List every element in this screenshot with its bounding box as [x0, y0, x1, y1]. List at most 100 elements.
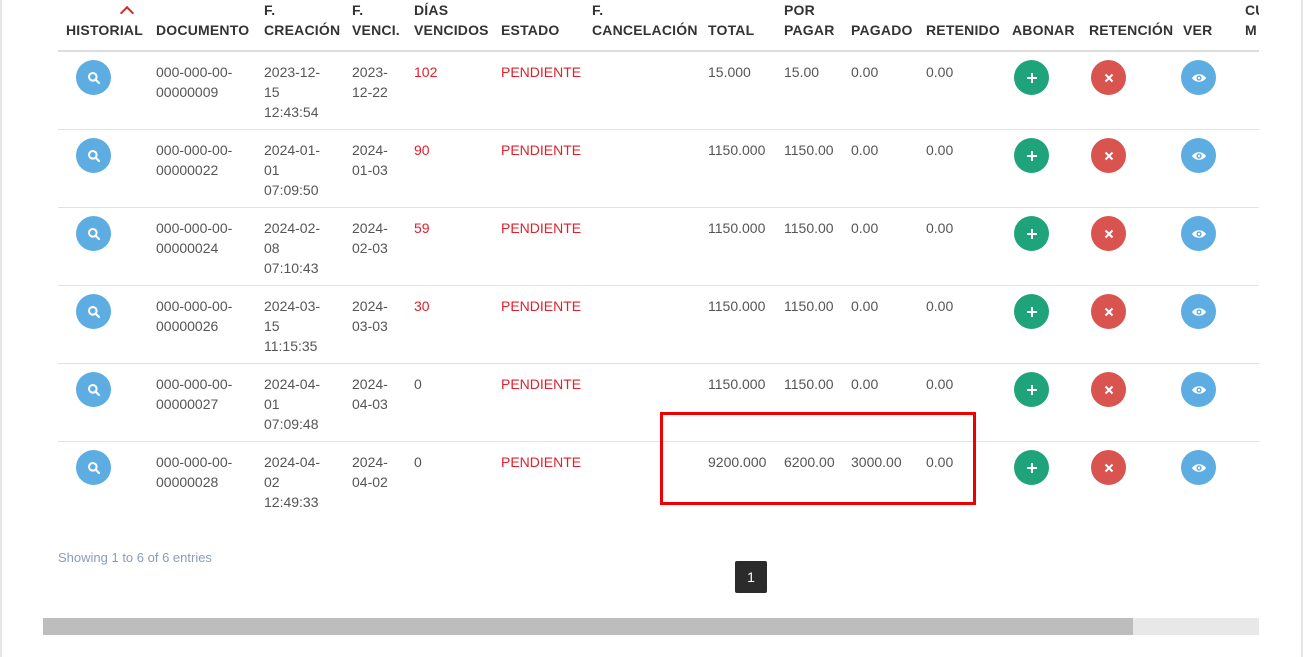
cell-f-cancelacion [584, 363, 700, 442]
cell-historial [58, 285, 148, 364]
retencion-button[interactable] [1091, 60, 1126, 95]
doc-part-2: 00000026 [156, 318, 219, 334]
creation-date-2: 08 [264, 240, 280, 256]
abonar-button[interactable] [1014, 216, 1049, 251]
due-date-2: 12-22 [352, 84, 388, 100]
creation-time: 07:09:50 [264, 182, 319, 198]
abonar-button[interactable] [1014, 372, 1049, 407]
historial-button[interactable] [76, 294, 111, 329]
table-header-row: HISTORIAL DOCUMENTO F. CREACIÓN F. VENCI. DÍA… [58, 0, 1259, 52]
header-line-1 [708, 0, 776, 20]
abonar-button[interactable] [1014, 60, 1049, 95]
ver-button[interactable] [1181, 138, 1216, 173]
close-icon [1104, 385, 1114, 395]
header-line-2: PAGADO [851, 22, 913, 38]
abonar-button[interactable] [1014, 450, 1049, 485]
column-header-f-creacion[interactable]: F. CREACIÓN [256, 0, 344, 52]
header-line-1 [66, 0, 148, 20]
ver-button[interactable] [1181, 294, 1216, 329]
cell-f-creacion: 2024-04- 02 12:49:33 [256, 441, 344, 519]
total: 1150.000 [708, 376, 766, 392]
cell-f-cancelacion [584, 129, 700, 208]
scrollbar-thumb[interactable] [43, 618, 1133, 635]
pagado: 0.00 [851, 298, 879, 314]
cell-total: 1150.000 [700, 207, 776, 286]
creation-date-2: 02 [264, 474, 280, 490]
creation-date-2: 15 [264, 84, 280, 100]
cell-historial [58, 51, 148, 130]
cell-dias-vencidos: 0 [406, 363, 493, 442]
column-header-ver[interactable]: VER [1175, 0, 1237, 52]
cell-retencion [1081, 207, 1175, 286]
close-icon [1104, 463, 1114, 473]
retencion-button[interactable] [1091, 372, 1126, 407]
retencion-button[interactable] [1091, 216, 1126, 251]
plus-icon [1026, 306, 1038, 318]
cell-cu-m [1237, 129, 1259, 208]
column-header-documento[interactable]: DOCUMENTO [148, 0, 256, 52]
cell-documento: 000-000-00- 00000026 [148, 285, 256, 364]
total: 1150.000 [708, 298, 766, 314]
column-header-historial[interactable]: HISTORIAL [58, 0, 148, 52]
historial-button[interactable] [76, 60, 111, 95]
creation-date-2: 15 [264, 318, 280, 334]
abonar-button[interactable] [1014, 138, 1049, 173]
column-header-estado[interactable]: ESTADO [493, 0, 584, 52]
cell-f-cancelacion [584, 441, 700, 519]
column-header-retencion[interactable]: RETENCIÓN [1081, 0, 1175, 52]
header-line-1 [156, 0, 256, 20]
retencion-button[interactable] [1091, 294, 1126, 329]
plus-icon [1026, 72, 1038, 84]
doc-part-2: 00000009 [156, 84, 219, 100]
cell-abonar [1004, 285, 1081, 364]
due-date-1: 2024- [352, 142, 388, 158]
retenido: 0.00 [926, 298, 954, 314]
cell-total: 1150.000 [700, 363, 776, 442]
header-line-2: ESTADO [501, 22, 560, 38]
retencion-button[interactable] [1091, 138, 1126, 173]
total: 15.000 [708, 64, 751, 80]
column-header-f-venci[interactable]: F. VENCI. [344, 0, 406, 52]
por-pagar: 6200.00 [784, 454, 835, 470]
ver-button[interactable] [1181, 60, 1216, 95]
header-line-1 [501, 0, 584, 20]
column-header-abonar[interactable]: ABONAR [1004, 0, 1081, 52]
total: 1150.000 [708, 220, 766, 236]
header-line-2: VENCIDOS [414, 22, 489, 38]
header-line-1 [1089, 0, 1175, 20]
due-date-2: 02-03 [352, 240, 388, 256]
historial-button[interactable] [76, 216, 111, 251]
por-pagar: 1150.00 [784, 376, 834, 392]
cell-cu-m [1237, 207, 1259, 286]
header-line-1 [926, 0, 1004, 20]
ver-button[interactable] [1181, 372, 1216, 407]
header-line-2: TOTAL [708, 22, 755, 38]
column-header-dias-vencidos[interactable]: DÍAS VENCIDOS [406, 0, 493, 52]
column-header-pagado[interactable]: PAGADO [843, 0, 918, 52]
ver-button[interactable] [1181, 450, 1216, 485]
cell-documento: 000-000-00- 00000027 [148, 363, 256, 442]
cell-ver [1175, 363, 1237, 442]
table-row: 000-000-00- 00000028 2024-04- 02 12:49:33 202… [58, 441, 1259, 519]
column-header-retenido[interactable]: RETENIDO [918, 0, 1004, 52]
column-header-total[interactable]: TOTAL [700, 0, 776, 52]
close-icon [1104, 73, 1114, 83]
column-header-por-pagar[interactable]: POR PAGAR [776, 0, 843, 52]
due-date-1: 2023- [352, 64, 388, 80]
abonar-button[interactable] [1014, 294, 1049, 329]
header-line-2: HISTORIAL [66, 22, 143, 38]
retencion-button[interactable] [1091, 450, 1126, 485]
header-line-2: RETENIDO [926, 22, 1000, 38]
doc-part-1: 000-000-00- [156, 64, 233, 80]
ver-button[interactable] [1181, 216, 1216, 251]
creation-date-1: 2024-03- [264, 298, 321, 314]
table-row: 000-000-00- 00000022 2024-01- 01 07:09:50 202… [58, 129, 1259, 208]
column-header-f-cancelacion[interactable]: F. CANCELACIÓN [584, 0, 700, 52]
table-row: 000-000-00- 00000026 2024-03- 15 11:15:35 202… [58, 285, 1259, 364]
historial-button[interactable] [76, 372, 111, 407]
column-header-cu-m[interactable]: CU M [1237, 0, 1259, 52]
horizontal-scrollbar[interactable] [43, 618, 1259, 635]
historial-button[interactable] [76, 138, 111, 173]
historial-button[interactable] [76, 450, 111, 485]
pagination-page-1[interactable]: 1 [735, 561, 767, 593]
